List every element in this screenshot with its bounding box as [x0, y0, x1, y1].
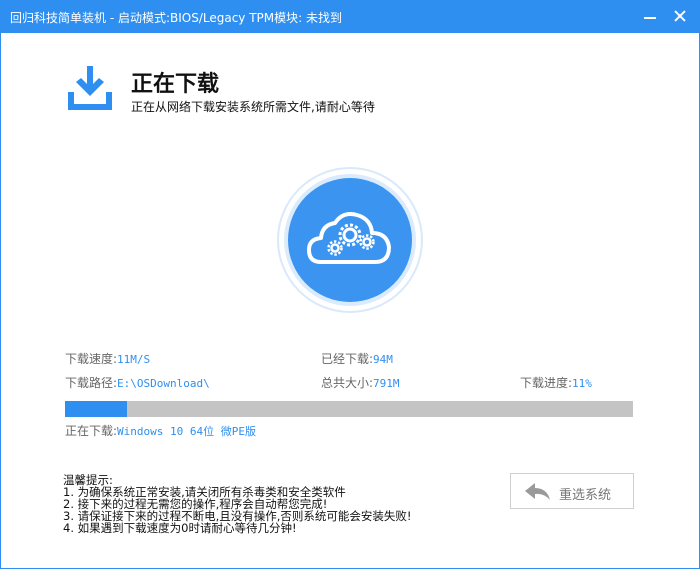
progress-stat: 下载进度:11%	[520, 374, 592, 391]
speed-value: 11M/S	[117, 353, 151, 366]
current-download: 正在下载:Windows 10 64位 微PE版	[65, 422, 256, 439]
total-label: 总共大小:	[321, 376, 374, 390]
page-subtitle: 正在从网络下载安装系统所需文件,请耐心等待	[131, 100, 375, 114]
cloud-download-icon	[277, 167, 423, 313]
downloaded-stat: 已经下载:94M	[321, 350, 393, 367]
current-download-value: Windows 10 64位 微PE版	[117, 425, 257, 438]
close-button[interactable]	[670, 6, 690, 26]
total-size-stat: 总共大小:791M	[321, 374, 400, 391]
reselect-system-button[interactable]: 重选系统	[510, 473, 634, 509]
progress-value: 11%	[572, 377, 592, 390]
path-label: 下载路径:	[65, 376, 118, 390]
path-value: E:\OSDownload\	[117, 377, 210, 390]
download-icon	[68, 66, 112, 110]
downloaded-label: 已经下载:	[321, 352, 374, 366]
progress-label: 下载进度:	[520, 376, 573, 390]
window-title: 回归科技简单装机 - 启动模式:BIOS/Legacy TPM模块: 未找到	[10, 11, 342, 25]
speed-stat: 下载速度:11M/S	[65, 350, 150, 367]
current-download-label: 正在下载:	[65, 424, 118, 438]
back-arrow-icon	[525, 483, 550, 500]
tips-panel: 温馨提示: 1. 为确保系统正常安装,请关闭所有杀毒类和安全类软件 2. 接下来…	[63, 474, 412, 534]
speed-label: 下载速度:	[65, 352, 118, 366]
reselect-system-label: 重选系统	[559, 488, 612, 503]
title-bar: 回归科技简单装机 - 启动模式:BIOS/Legacy TPM模块: 未找到	[0, 0, 700, 33]
minimize-button[interactable]	[640, 6, 660, 26]
tip-item: 4. 如果遇到下载速度为0时请耐心等待几分钟!	[63, 521, 297, 535]
progress-bar-fill	[65, 401, 127, 417]
downloaded-value: 94M	[373, 353, 393, 366]
page-title: 正在下载	[131, 72, 220, 97]
path-stat: 下载路径:E:\OSDownload\	[65, 374, 210, 391]
progress-bar	[65, 401, 633, 417]
total-value: 791M	[373, 377, 400, 390]
